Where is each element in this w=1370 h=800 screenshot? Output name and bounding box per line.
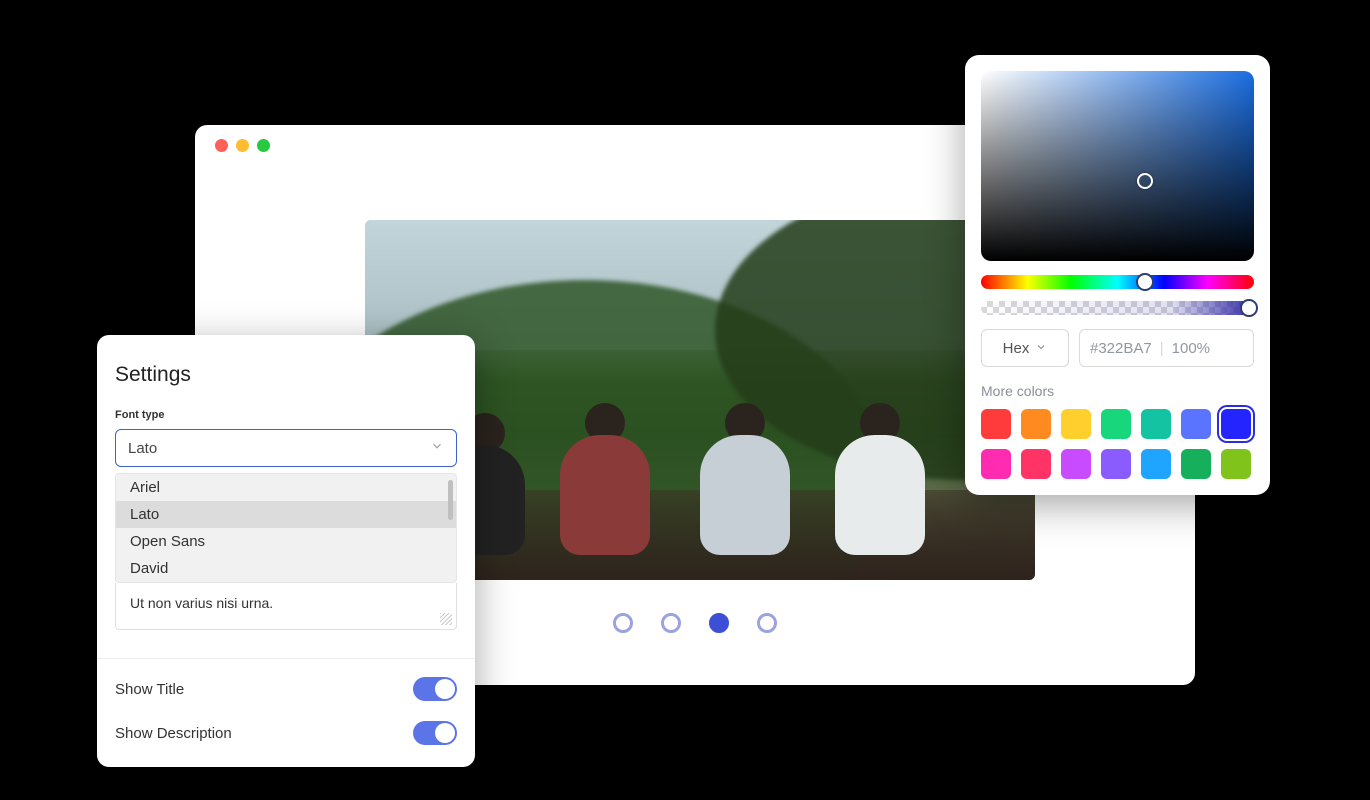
font-type-dropdown: ArielLatoOpen SansDavid [115,473,457,583]
color-swatch[interactable] [1021,449,1051,479]
hue-slider[interactable] [981,275,1254,289]
show-description-label: Show Description [115,725,232,742]
chevron-down-icon [430,439,444,457]
description-text: Ut non varius nisi urna. [130,595,273,611]
color-swatch[interactable] [1021,409,1051,439]
color-swatch[interactable] [1221,409,1251,439]
show-description-toggle[interactable] [413,721,457,745]
color-swatch[interactable] [1101,449,1131,479]
color-format-value: Hex [1003,340,1030,357]
font-option[interactable]: David [116,555,456,582]
pager-dot[interactable] [661,613,681,633]
alpha-thumb[interactable] [1240,299,1258,317]
font-option[interactable]: Open Sans [116,528,456,555]
color-sv-thumb[interactable] [1137,173,1153,189]
alpha-slider[interactable] [981,301,1254,315]
settings-panel: Settings Font type Lato ArielLatoOpen Sa… [97,335,475,767]
person-silhouette [700,403,790,555]
show-title-row: Show Title [115,677,457,701]
color-picker-panel: Hex #322BA7 | 100% More colors [965,55,1270,495]
color-swatch[interactable] [1061,409,1091,439]
color-swatch[interactable] [1181,409,1211,439]
pager-dot[interactable] [709,613,729,633]
color-swatch[interactable] [1061,449,1091,479]
color-hex-input[interactable]: #322BA7 | 100% [1079,329,1254,367]
scrollbar[interactable] [448,480,453,520]
show-description-row: Show Description [115,721,457,745]
window-close-button[interactable] [215,139,228,152]
swatch-grid [981,409,1254,479]
hue-thumb[interactable] [1136,273,1154,291]
color-swatch[interactable] [981,449,1011,479]
show-title-toggle[interactable] [413,677,457,701]
font-option[interactable]: Lato [116,501,456,528]
color-saturation-field[interactable] [981,71,1254,261]
pager-dot[interactable] [757,613,777,633]
font-type-select[interactable]: Lato [115,429,457,467]
divider [97,658,475,659]
pager-dot[interactable] [613,613,633,633]
settings-title: Settings [115,363,457,387]
carousel-pager [613,613,777,633]
color-hex-value: #322BA7 [1090,340,1152,357]
color-swatch[interactable] [981,409,1011,439]
color-swatch[interactable] [1181,449,1211,479]
more-colors-label: More colors [981,383,1254,399]
color-format-select[interactable]: Hex [981,329,1069,367]
window-maximize-button[interactable] [257,139,270,152]
show-title-label: Show Title [115,681,184,698]
color-swatch[interactable] [1101,409,1131,439]
resize-handle-icon[interactable] [440,613,452,625]
font-type-selected-value: Lato [128,440,157,457]
color-swatch[interactable] [1141,409,1171,439]
color-swatch[interactable] [1141,449,1171,479]
font-type-label: Font type [115,409,457,421]
description-textarea[interactable]: Ut non varius nisi urna. [115,583,457,630]
color-swatch[interactable] [1221,449,1251,479]
person-silhouette [560,403,650,555]
font-option[interactable]: Ariel [116,474,456,501]
window-minimize-button[interactable] [236,139,249,152]
chevron-down-icon [1035,340,1047,357]
person-silhouette [835,403,925,555]
color-opacity-value: 100% [1172,340,1210,357]
